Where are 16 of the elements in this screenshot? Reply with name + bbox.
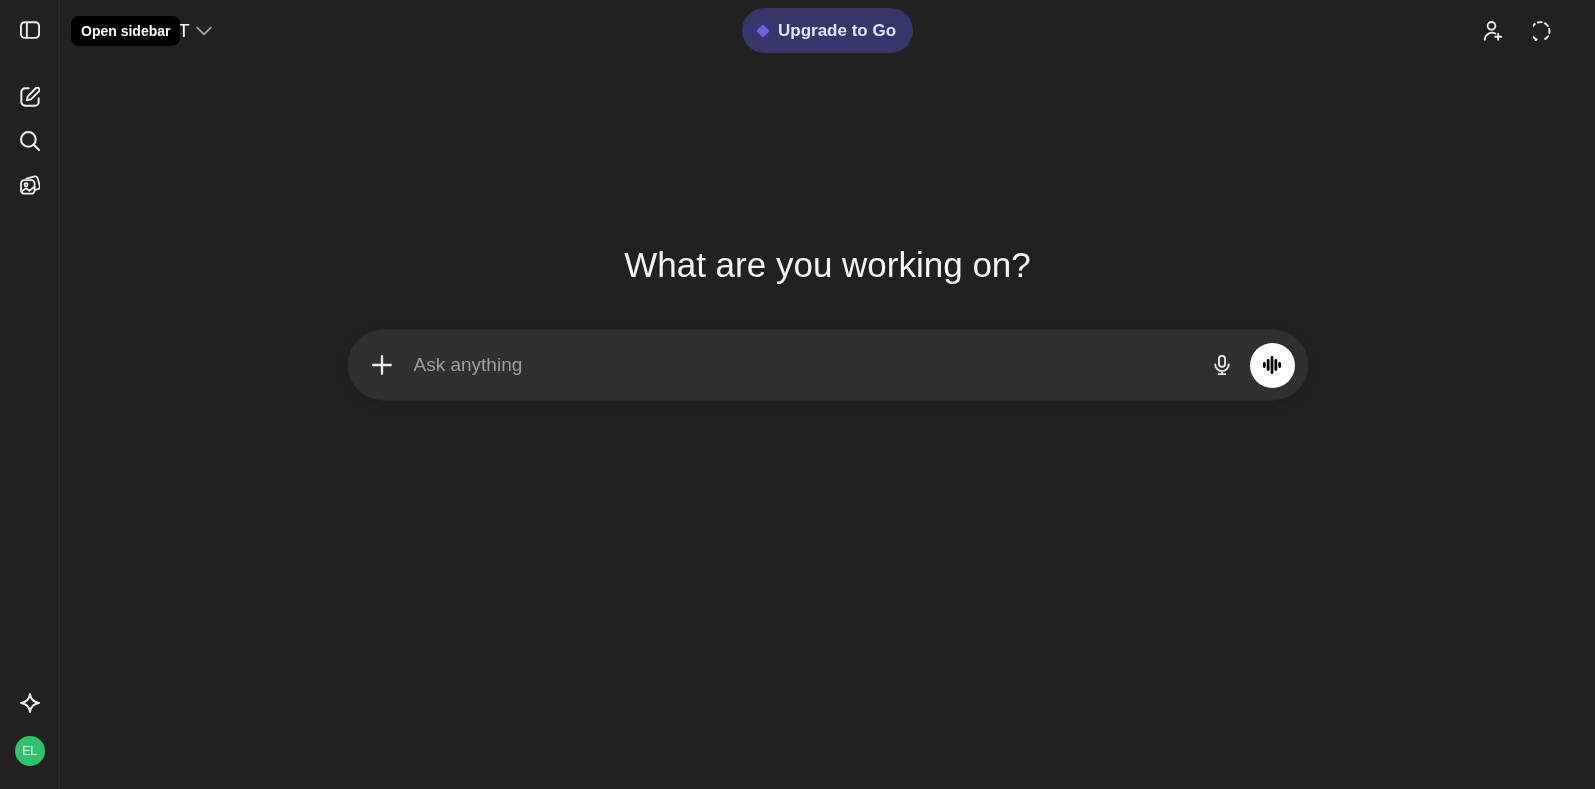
message-composer[interactable]: Ask anything [347, 330, 1308, 400]
microphone-icon[interactable] [1211, 355, 1232, 375]
page-heading: What are you working on? [624, 245, 1031, 285]
new-chat-icon[interactable] [19, 87, 40, 107]
sidebar-toggle-icon[interactable] [19, 20, 40, 40]
plus-icon[interactable] [371, 355, 392, 375]
search-icon[interactable] [19, 131, 40, 151]
waveform-icon [1262, 355, 1282, 375]
tooltip: Open sidebar [71, 16, 181, 46]
add-person-icon[interactable] [1483, 20, 1503, 41]
dashed-chat-bubble-icon[interactable] [1533, 20, 1553, 41]
images-icon[interactable] [19, 175, 40, 195]
upgrade-button[interactable]: Upgrade to Go [741, 8, 914, 53]
sparkle-icon[interactable] [19, 693, 40, 713]
voice-mode-button[interactable] [1249, 342, 1295, 388]
message-input[interactable]: Ask anything [413, 345, 1204, 385]
